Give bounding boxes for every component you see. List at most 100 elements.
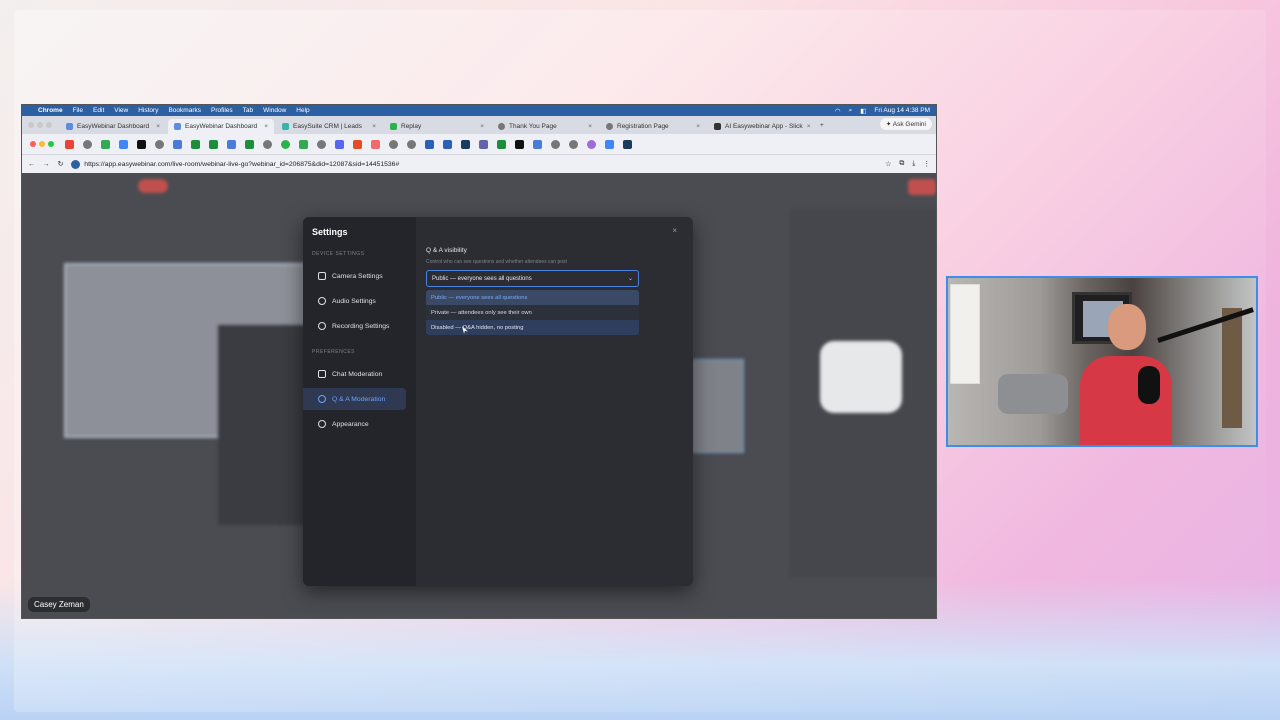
menu-window[interactable]: Window [263, 107, 286, 114]
bookmark-app-icon[interactable] [353, 139, 362, 149]
window-controls [28, 122, 52, 128]
bookmark-drive-icon[interactable] [101, 139, 110, 149]
close-window-button[interactable] [28, 122, 34, 128]
wifi-icon[interactable]: ◠ [835, 107, 841, 115]
bookmark-app-icon[interactable] [587, 139, 596, 149]
bookmark-globe-icon[interactable] [317, 139, 326, 149]
tab-close-icon[interactable]: × [480, 123, 484, 130]
bookmark-app-icon[interactable] [461, 139, 470, 149]
close-icon[interactable]: × [672, 226, 677, 235]
nav-recording-settings[interactable]: Recording Settings [303, 315, 406, 337]
bookmark-sheets-icon[interactable] [245, 139, 254, 149]
menu-file[interactable]: File [73, 107, 83, 114]
bookmark-app-icon[interactable] [623, 139, 632, 149]
menu-help[interactable]: Help [296, 107, 309, 114]
bookmark-sheets-icon[interactable] [191, 139, 200, 149]
window-controls-secondary [30, 141, 54, 147]
menu-icon[interactable]: ⋮ [923, 160, 930, 168]
bookmark-globe-icon[interactable] [569, 139, 578, 149]
back-icon[interactable]: ← [28, 161, 35, 168]
gemini-icon: ✦ [885, 121, 893, 128]
tab-thank-you-page[interactable]: Thank You Page × [492, 119, 598, 134]
bookmark-app-icon[interactable] [443, 139, 452, 149]
bookmark-globe-icon[interactable] [389, 139, 398, 149]
ask-gemini-button[interactable]: ✦ Ask Gemini [879, 118, 932, 130]
tab-close-icon[interactable]: × [372, 123, 376, 130]
minimize-window-button[interactable] [37, 122, 43, 128]
bookmark-sheets-icon[interactable] [209, 139, 218, 149]
presenter-name-badge: Casey Zeman [28, 597, 90, 612]
presenter-head [1108, 304, 1146, 350]
bookmark-docs-icon[interactable] [119, 139, 128, 149]
menu-profiles[interactable]: Profiles [211, 107, 233, 114]
menu-edit[interactable]: Edit [93, 107, 104, 114]
menu-bookmarks[interactable]: Bookmarks [168, 107, 201, 114]
bookmark-globe-icon[interactable] [155, 139, 164, 149]
forward-icon[interactable]: → [43, 161, 50, 168]
control-center-icon[interactable]: ◧ [860, 107, 866, 115]
tab-label: EasyWebinar Dashboard [185, 123, 258, 130]
new-tab-button[interactable]: + [820, 122, 824, 129]
option-disabled[interactable]: Disabled — Q&A hidden, no posting [426, 320, 639, 335]
tab-registration-page[interactable]: Registration Page × [600, 119, 706, 134]
nav-appearance[interactable]: Appearance [303, 413, 406, 435]
bookmark-gmail-icon[interactable] [65, 139, 74, 149]
option-public[interactable]: Public — everyone sees all questions [426, 290, 639, 305]
bookmark-google-icon[interactable] [605, 139, 614, 149]
extensions-icon[interactable]: ⧉ [899, 160, 904, 168]
tab-favicon-icon [174, 123, 181, 130]
tab-replay[interactable]: Replay × [384, 119, 490, 134]
bookmark-globe-icon[interactable] [83, 139, 92, 149]
nav-camera-settings[interactable]: Camera Settings [303, 265, 406, 287]
url-field[interactable]: https://app.easywebinar.com/live-room/we… [71, 159, 877, 169]
tab-close-icon[interactable]: × [156, 123, 160, 130]
tab-close-icon[interactable]: × [807, 123, 811, 130]
bookmark-app-icon[interactable] [173, 139, 182, 149]
tab-label: Registration Page [617, 123, 669, 130]
bookmark-globe-icon[interactable] [263, 139, 272, 149]
nav-qa-moderation[interactable]: Q & A Moderation [303, 388, 406, 410]
bookmark-globe-icon[interactable] [551, 139, 560, 149]
nav-chat-moderation[interactable]: Chat Moderation [303, 363, 406, 385]
chevron-down-icon: ⌄ [627, 276, 633, 282]
bookmark-asana-icon[interactable] [371, 139, 380, 149]
option-private[interactable]: Private — attendees only see their own [426, 305, 639, 320]
menu-history[interactable]: History [138, 107, 158, 114]
menubar-clock[interactable]: Fri Aug 14 4:38 PM [874, 107, 930, 114]
bookmark-app-icon[interactable] [227, 139, 236, 149]
nav-audio-settings[interactable]: Audio Settings [303, 290, 406, 312]
nav-label: Audio Settings [332, 297, 376, 305]
zoom-dot-icon[interactable] [48, 141, 54, 147]
minimize-dot-icon[interactable] [39, 141, 45, 147]
bookmark-sheets-icon[interactable] [497, 139, 506, 149]
menu-view[interactable]: View [114, 107, 128, 114]
zoom-window-button[interactable] [46, 122, 52, 128]
bookmark-notion-icon[interactable] [137, 139, 146, 149]
tab-easywebinar-dashboard-1[interactable]: EasyWebinar Dashboard × [60, 119, 166, 134]
close-dot-icon[interactable] [30, 141, 36, 147]
tab-crm-leads[interactable]: EasySuite CRM | Leads × [276, 119, 382, 134]
bookmark-globe-icon[interactable] [407, 139, 416, 149]
menu-tab[interactable]: Tab [243, 107, 253, 114]
bookmark-app-icon[interactable] [533, 139, 542, 149]
webinar-live-room: Settings DEVICE SETTINGS Camera Settings… [22, 173, 936, 618]
tab-ai-easywebinar-app[interactable]: AI Easywebinar App - Slick × [708, 119, 814, 134]
bookmark-drive-icon[interactable] [299, 139, 308, 149]
bookmark-app-icon[interactable] [425, 139, 434, 149]
tab-close-icon[interactable]: × [264, 123, 268, 130]
reload-icon[interactable]: ↻ [58, 160, 64, 168]
site-info-icon[interactable] [71, 159, 81, 169]
tab-close-icon[interactable]: × [696, 123, 700, 130]
bookmark-green-icon[interactable] [281, 139, 290, 149]
question-icon [318, 395, 326, 403]
bookmark-app-icon[interactable] [515, 139, 524, 149]
tab-easywebinar-dashboard-2[interactable]: EasyWebinar Dashboard × [168, 119, 274, 134]
bookmark-app-icon[interactable] [335, 139, 344, 149]
qa-visibility-select[interactable]: Public — everyone sees all questions ⌄ [426, 270, 639, 287]
search-icon[interactable]: ⌕ [849, 107, 853, 115]
bookmark-teams-icon[interactable] [479, 139, 488, 149]
menubar-app-name[interactable]: Chrome [38, 107, 63, 114]
bookmark-star-icon[interactable]: ☆ [885, 160, 891, 168]
tab-close-icon[interactable]: × [588, 123, 592, 130]
download-icon[interactable]: ⤓ [912, 160, 915, 168]
